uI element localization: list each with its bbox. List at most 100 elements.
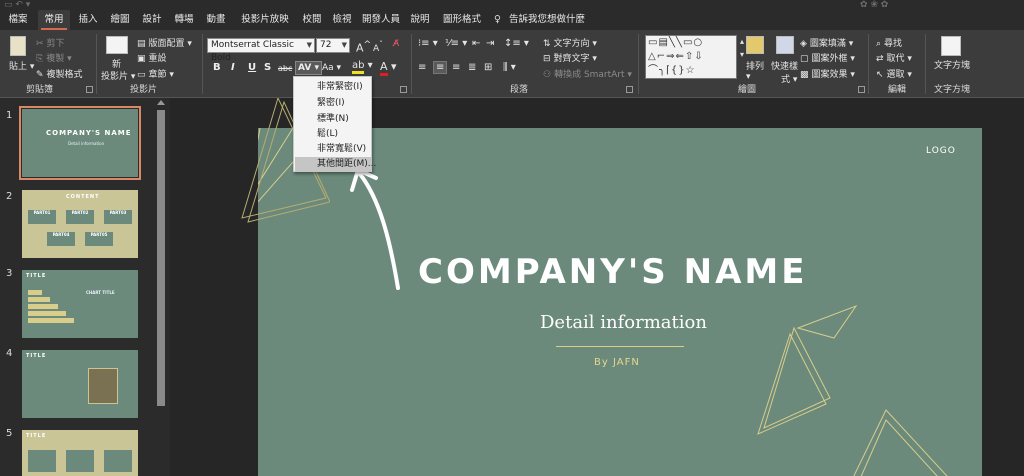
- arrange-icon[interactable]: [746, 36, 764, 54]
- tab-home[interactable]: 常用: [38, 10, 70, 30]
- slide-divider: [556, 346, 684, 347]
- new-slide-icon[interactable]: [106, 36, 128, 54]
- font-size-select[interactable]: 72 ▼: [316, 38, 350, 53]
- paragraph-launcher-icon[interactable]: [626, 86, 633, 93]
- tell-me-box[interactable]: ♀ 告訴我您想做什麼: [494, 10, 585, 30]
- thumbnail-scrollbar[interactable]: [155, 98, 167, 476]
- menu-item-very-tight[interactable]: 非常緊密(I): [295, 80, 371, 95]
- select-button[interactable]: ↖ 選取 ▾: [876, 67, 912, 80]
- tab-insert[interactable]: 插入: [74, 10, 102, 30]
- tab-animations[interactable]: 動畫: [202, 10, 230, 30]
- underline-button[interactable]: U: [248, 62, 256, 73]
- gallery-down-icon[interactable]: ▾: [740, 50, 744, 59]
- tab-design[interactable]: 設計: [138, 10, 166, 30]
- thumb-title: TITLE: [26, 273, 47, 279]
- cut-button[interactable]: ✂ 剪下: [36, 36, 65, 49]
- font-name-select[interactable]: Montserrat Classic Bold ▼: [207, 38, 315, 63]
- search-icon: ⌕: [876, 39, 882, 49]
- tab-transitions[interactable]: 轉場: [170, 10, 198, 30]
- reset-button[interactable]: ▣ 重設: [137, 51, 167, 64]
- char-spacing-button[interactable]: AV ▾: [295, 61, 322, 75]
- tab-slideshow[interactable]: 投影片放映: [236, 10, 294, 30]
- align-center-icon[interactable]: ≡: [433, 61, 448, 74]
- shape-effects-button[interactable]: ▩ 圖案效果 ▾: [800, 67, 855, 80]
- slide-thumbnail-2[interactable]: CONTENT PART01 PART02 PART03 PART04 PART…: [22, 190, 138, 258]
- grow-font-button[interactable]: A^: [356, 39, 371, 55]
- decrease-indent-icon[interactable]: ⇤: [472, 38, 480, 49]
- scissors-icon: ✂: [36, 39, 44, 49]
- shape-fill-button[interactable]: ◈ 圖案填滿 ▾: [800, 36, 853, 49]
- ribbon-tab-bar: ▭ ↶ ▾ ✿ ❀ ✿ 檔案 常用 插入 繪圖 設計 轉場 動畫 投影片放映 校…: [0, 0, 1024, 30]
- menu-item-loose[interactable]: 鬆(L): [295, 127, 371, 142]
- section-icon: ▭: [137, 70, 146, 80]
- font-launcher-icon[interactable]: [400, 86, 407, 93]
- thumb-title: TITLE: [26, 433, 47, 439]
- bold-button[interactable]: B: [213, 62, 221, 73]
- slide-thumbnail-5[interactable]: TITLE: [22, 430, 138, 476]
- slide-logo: LOGO: [926, 146, 956, 156]
- replace-button[interactable]: ⇄ 取代 ▾: [876, 51, 912, 64]
- find-button[interactable]: ⌕ 尋找: [876, 36, 902, 49]
- tab-help[interactable]: 說明: [406, 10, 434, 30]
- menu-item-very-loose[interactable]: 非常寬鬆(V): [295, 142, 371, 157]
- layout-button[interactable]: ▤ 版面配置 ▾: [137, 36, 192, 49]
- columns-icon[interactable]: ⫼ ▾: [503, 62, 516, 73]
- bullets-icon[interactable]: ⁝≡ ▾: [418, 38, 438, 49]
- thumb-part: PART01: [28, 210, 56, 224]
- highlight-color-button[interactable]: ab ▾: [352, 60, 373, 74]
- menu-item-tight[interactable]: 緊密(I): [295, 96, 371, 111]
- shadow-button[interactable]: S: [264, 62, 271, 73]
- quick-styles-button[interactable]: 快速樣式 ▾: [771, 59, 798, 85]
- tab-shape-format[interactable]: 圖形格式: [440, 10, 484, 30]
- text-direction-button[interactable]: ⇅ 文字方向 ▾: [543, 36, 597, 49]
- tab-view[interactable]: 檢視: [328, 10, 356, 30]
- justify-icon[interactable]: ≣: [468, 62, 476, 73]
- numbering-icon[interactable]: ⅟≡ ▾: [445, 38, 467, 49]
- textbox-button[interactable]: 文字方塊: [934, 58, 970, 71]
- menu-item-more-spacing[interactable]: 其他間距(M)...: [295, 157, 376, 172]
- tab-draw[interactable]: 繪圖: [106, 10, 134, 30]
- align-left-icon[interactable]: ≡: [418, 62, 426, 73]
- align-right-icon[interactable]: ≡: [452, 62, 460, 73]
- textbox-icon[interactable]: [941, 36, 961, 56]
- tab-developer[interactable]: 開發人員: [358, 10, 404, 30]
- shapes-gallery[interactable]: ▭▤╲╲▭○ △⌐⇒⇐⇧⇩ ⌒╮⌈{}☆: [645, 35, 737, 79]
- strikethrough-button[interactable]: abc: [278, 64, 292, 73]
- clear-format-icon[interactable]: A̸: [393, 39, 399, 49]
- quick-access-toolbar[interactable]: ▭ ↶ ▾: [4, 0, 30, 10]
- copy-button[interactable]: ⎘ 複製 ▾: [36, 51, 72, 64]
- tab-review[interactable]: 校閱: [298, 10, 326, 30]
- font-color-button[interactable]: A ▾: [380, 60, 397, 76]
- change-case-button[interactable]: Aa ▾: [322, 63, 341, 73]
- smartart-button[interactable]: ⚇ 轉換成 SmartArt ▾: [543, 67, 632, 80]
- clipboard-launcher-icon[interactable]: [86, 86, 93, 93]
- scrollbar-thumb[interactable]: [157, 110, 165, 406]
- scroll-up-icon[interactable]: [157, 100, 165, 105]
- align-text-button[interactable]: ⊟ 對齊文字 ▾: [543, 51, 597, 64]
- slide-thumbnail-1[interactable]: COMPANY'S NAME Detail information: [19, 106, 141, 180]
- clipboard-group-label: 剪貼簿: [26, 85, 54, 95]
- drawing-launcher-icon[interactable]: [858, 86, 865, 93]
- italic-button[interactable]: I: [231, 62, 235, 73]
- triangle-outline: [763, 326, 831, 429]
- format-painter-button[interactable]: ✎ 複製格式: [36, 67, 83, 80]
- shrink-font-button[interactable]: Aˇ: [373, 40, 383, 54]
- line-spacing-icon[interactable]: ↕≡ ▾: [504, 38, 529, 49]
- layout-icon: ▤: [137, 39, 146, 49]
- quick-styles-icon[interactable]: [776, 36, 794, 54]
- distribute-icon[interactable]: ⊞: [484, 62, 492, 73]
- tab-file[interactable]: 檔案: [4, 10, 32, 30]
- shape-outline-button[interactable]: ▢ 圖案外框 ▾: [800, 51, 855, 64]
- section-button[interactable]: ▭ 章節 ▾: [137, 67, 174, 80]
- menu-item-normal[interactable]: 標準(N): [295, 112, 371, 127]
- group-separator: [202, 34, 203, 94]
- gallery-up-icon[interactable]: ▴: [740, 37, 744, 46]
- slide-thumbnail-3[interactable]: TITLE CHART TITLE: [22, 270, 138, 338]
- paste-button[interactable]: 貼上 ▾: [9, 59, 34, 72]
- new-slide-button[interactable]: 投影片 ▾: [101, 69, 135, 82]
- slide-thumbnail-4[interactable]: TITLE: [22, 350, 138, 418]
- thumb-bar: [28, 304, 58, 309]
- paste-icon[interactable]: [10, 36, 26, 56]
- arrange-button[interactable]: 排列 ▾: [746, 59, 764, 82]
- increase-indent-icon[interactable]: ⇥: [486, 38, 494, 49]
